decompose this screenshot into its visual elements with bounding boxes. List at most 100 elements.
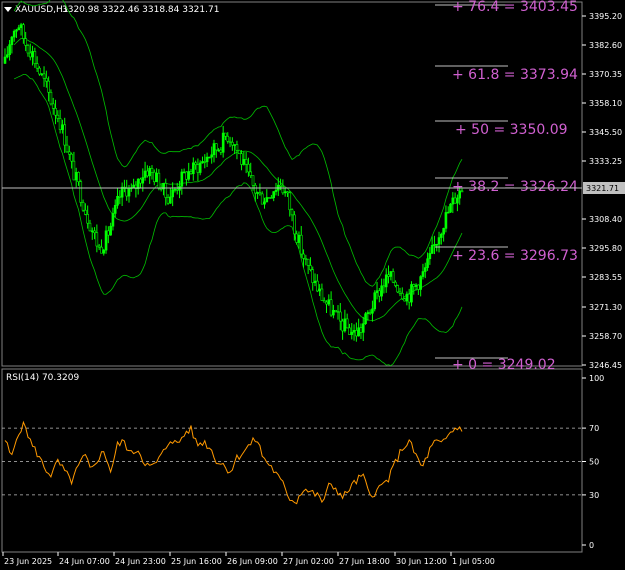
- time-axis: 23 Jun 2025 24 Jun 07:00 24 Jun 23:00 25 Ju…: [2, 552, 495, 566]
- candle-body: [244, 159, 248, 165]
- candle-body: [267, 197, 271, 199]
- candle-body: [338, 311, 342, 322]
- price-tick-label: 3283.55: [589, 273, 622, 282]
- time-tick-label: 1 Jul 05:00: [452, 557, 495, 566]
- candle-body: [293, 214, 296, 235]
- candle-body: [348, 327, 351, 335]
- candle-body: [84, 209, 87, 215]
- chart-area[interactable]: XAUUSD,H1 3320.98 3322.46 3318.84 3321.7…: [0, 0, 625, 570]
- time-tick-label: 27 Jun 02:00: [283, 557, 334, 566]
- candle-body: [361, 323, 365, 333]
- candle-body: [345, 318, 349, 329]
- candle-body: [148, 168, 151, 177]
- candle-body: [47, 80, 50, 93]
- candle-body: [444, 212, 448, 229]
- candle-body: [389, 271, 393, 277]
- time-tick-label: 25 Jun 16:00: [171, 557, 222, 566]
- candle-body: [446, 211, 450, 214]
- fib-level-label: + 23.6 = 3296.73: [452, 248, 578, 264]
- candle-body: [407, 293, 411, 303]
- candle-body: [107, 230, 110, 236]
- candle-body: [109, 225, 112, 236]
- candle-body: [26, 45, 30, 54]
- candle-body: [102, 249, 106, 254]
- candle-body: [405, 293, 409, 302]
- candle-body: [318, 288, 321, 292]
- candle-body: [334, 310, 337, 312]
- candle-body: [320, 288, 324, 301]
- candle-body: [77, 172, 80, 183]
- symbol-label: XAUUSD,H1: [15, 5, 69, 15]
- candle-body: [217, 149, 220, 152]
- rsi-indicator: [2, 420, 582, 505]
- candle-body: [430, 245, 434, 254]
- bollinger-upper: [13, 0, 463, 287]
- candle-body: [414, 284, 418, 287]
- candle-body: [210, 154, 213, 158]
- candle-body: [256, 192, 259, 194]
- candle-body: [329, 299, 333, 316]
- candle-body: [164, 183, 168, 198]
- candle-body: [81, 202, 85, 211]
- candle-body: [79, 181, 83, 203]
- candle-body: [22, 24, 25, 39]
- candle-body: [419, 276, 422, 290]
- candle-body: [152, 171, 156, 183]
- candle-body: [403, 298, 406, 302]
- candle-body: [8, 44, 11, 56]
- candle-body: [423, 267, 427, 272]
- candle-body: [185, 171, 188, 180]
- candle-body: [15, 29, 18, 32]
- candle-body: [260, 193, 264, 205]
- candle-body: [155, 172, 158, 183]
- candle-body: [65, 144, 69, 153]
- candle-body: [141, 177, 145, 184]
- candle-body: [251, 175, 255, 186]
- fib-level-label: + 0 = 3249.02: [452, 357, 556, 373]
- candle-body: [42, 73, 46, 79]
- ohlc-label: 3320.98 3322.46 3318.84 3321.71: [62, 5, 219, 15]
- triangle-down-icon[interactable]: [4, 7, 12, 12]
- candle-body: [426, 258, 429, 268]
- rsi-tick-label: 0: [589, 541, 594, 550]
- fib-level-label: + 38.2 = 3326.24: [452, 179, 578, 195]
- candle-body: [118, 195, 122, 198]
- candle-body: [366, 312, 370, 315]
- candle-body: [306, 258, 310, 266]
- rsi-tick-label: 30: [589, 491, 599, 500]
- candle-body: [214, 143, 218, 151]
- candle-body: [219, 149, 223, 153]
- candle-body: [10, 36, 14, 45]
- candle-body: [88, 222, 92, 232]
- candle-body: [283, 191, 287, 194]
- candle-body: [412, 284, 416, 287]
- time-tick-label: 27 Jun 18:00: [339, 557, 390, 566]
- candle-body: [325, 301, 328, 305]
- candle-body: [146, 170, 149, 177]
- candle-body: [17, 27, 21, 31]
- candle-body: [451, 197, 455, 205]
- price-tick-label: 3308.40: [589, 215, 622, 224]
- candle-body: [19, 24, 23, 29]
- candle-body: [254, 185, 257, 194]
- price-tick-label: 3271.30: [589, 303, 622, 312]
- candle-body: [61, 124, 64, 130]
- candle-body: [297, 234, 301, 243]
- candle-body: [417, 284, 420, 290]
- candle-body: [327, 299, 331, 305]
- candle-body: [235, 144, 239, 151]
- candle-body: [54, 108, 57, 116]
- candle-body: [316, 280, 319, 292]
- candle-body: [173, 188, 177, 191]
- price-tick-label: 3345.50: [589, 128, 622, 137]
- price-tick-label: 3333.25: [589, 157, 622, 166]
- candle-body: [189, 171, 193, 175]
- candle-body: [400, 293, 404, 300]
- candle-body: [196, 164, 200, 173]
- candle-body: [5, 54, 9, 58]
- candle-body: [364, 313, 367, 324]
- candle-body: [12, 30, 16, 38]
- candle-body: [201, 161, 204, 164]
- candle-body: [132, 184, 135, 188]
- candle-body: [203, 161, 207, 163]
